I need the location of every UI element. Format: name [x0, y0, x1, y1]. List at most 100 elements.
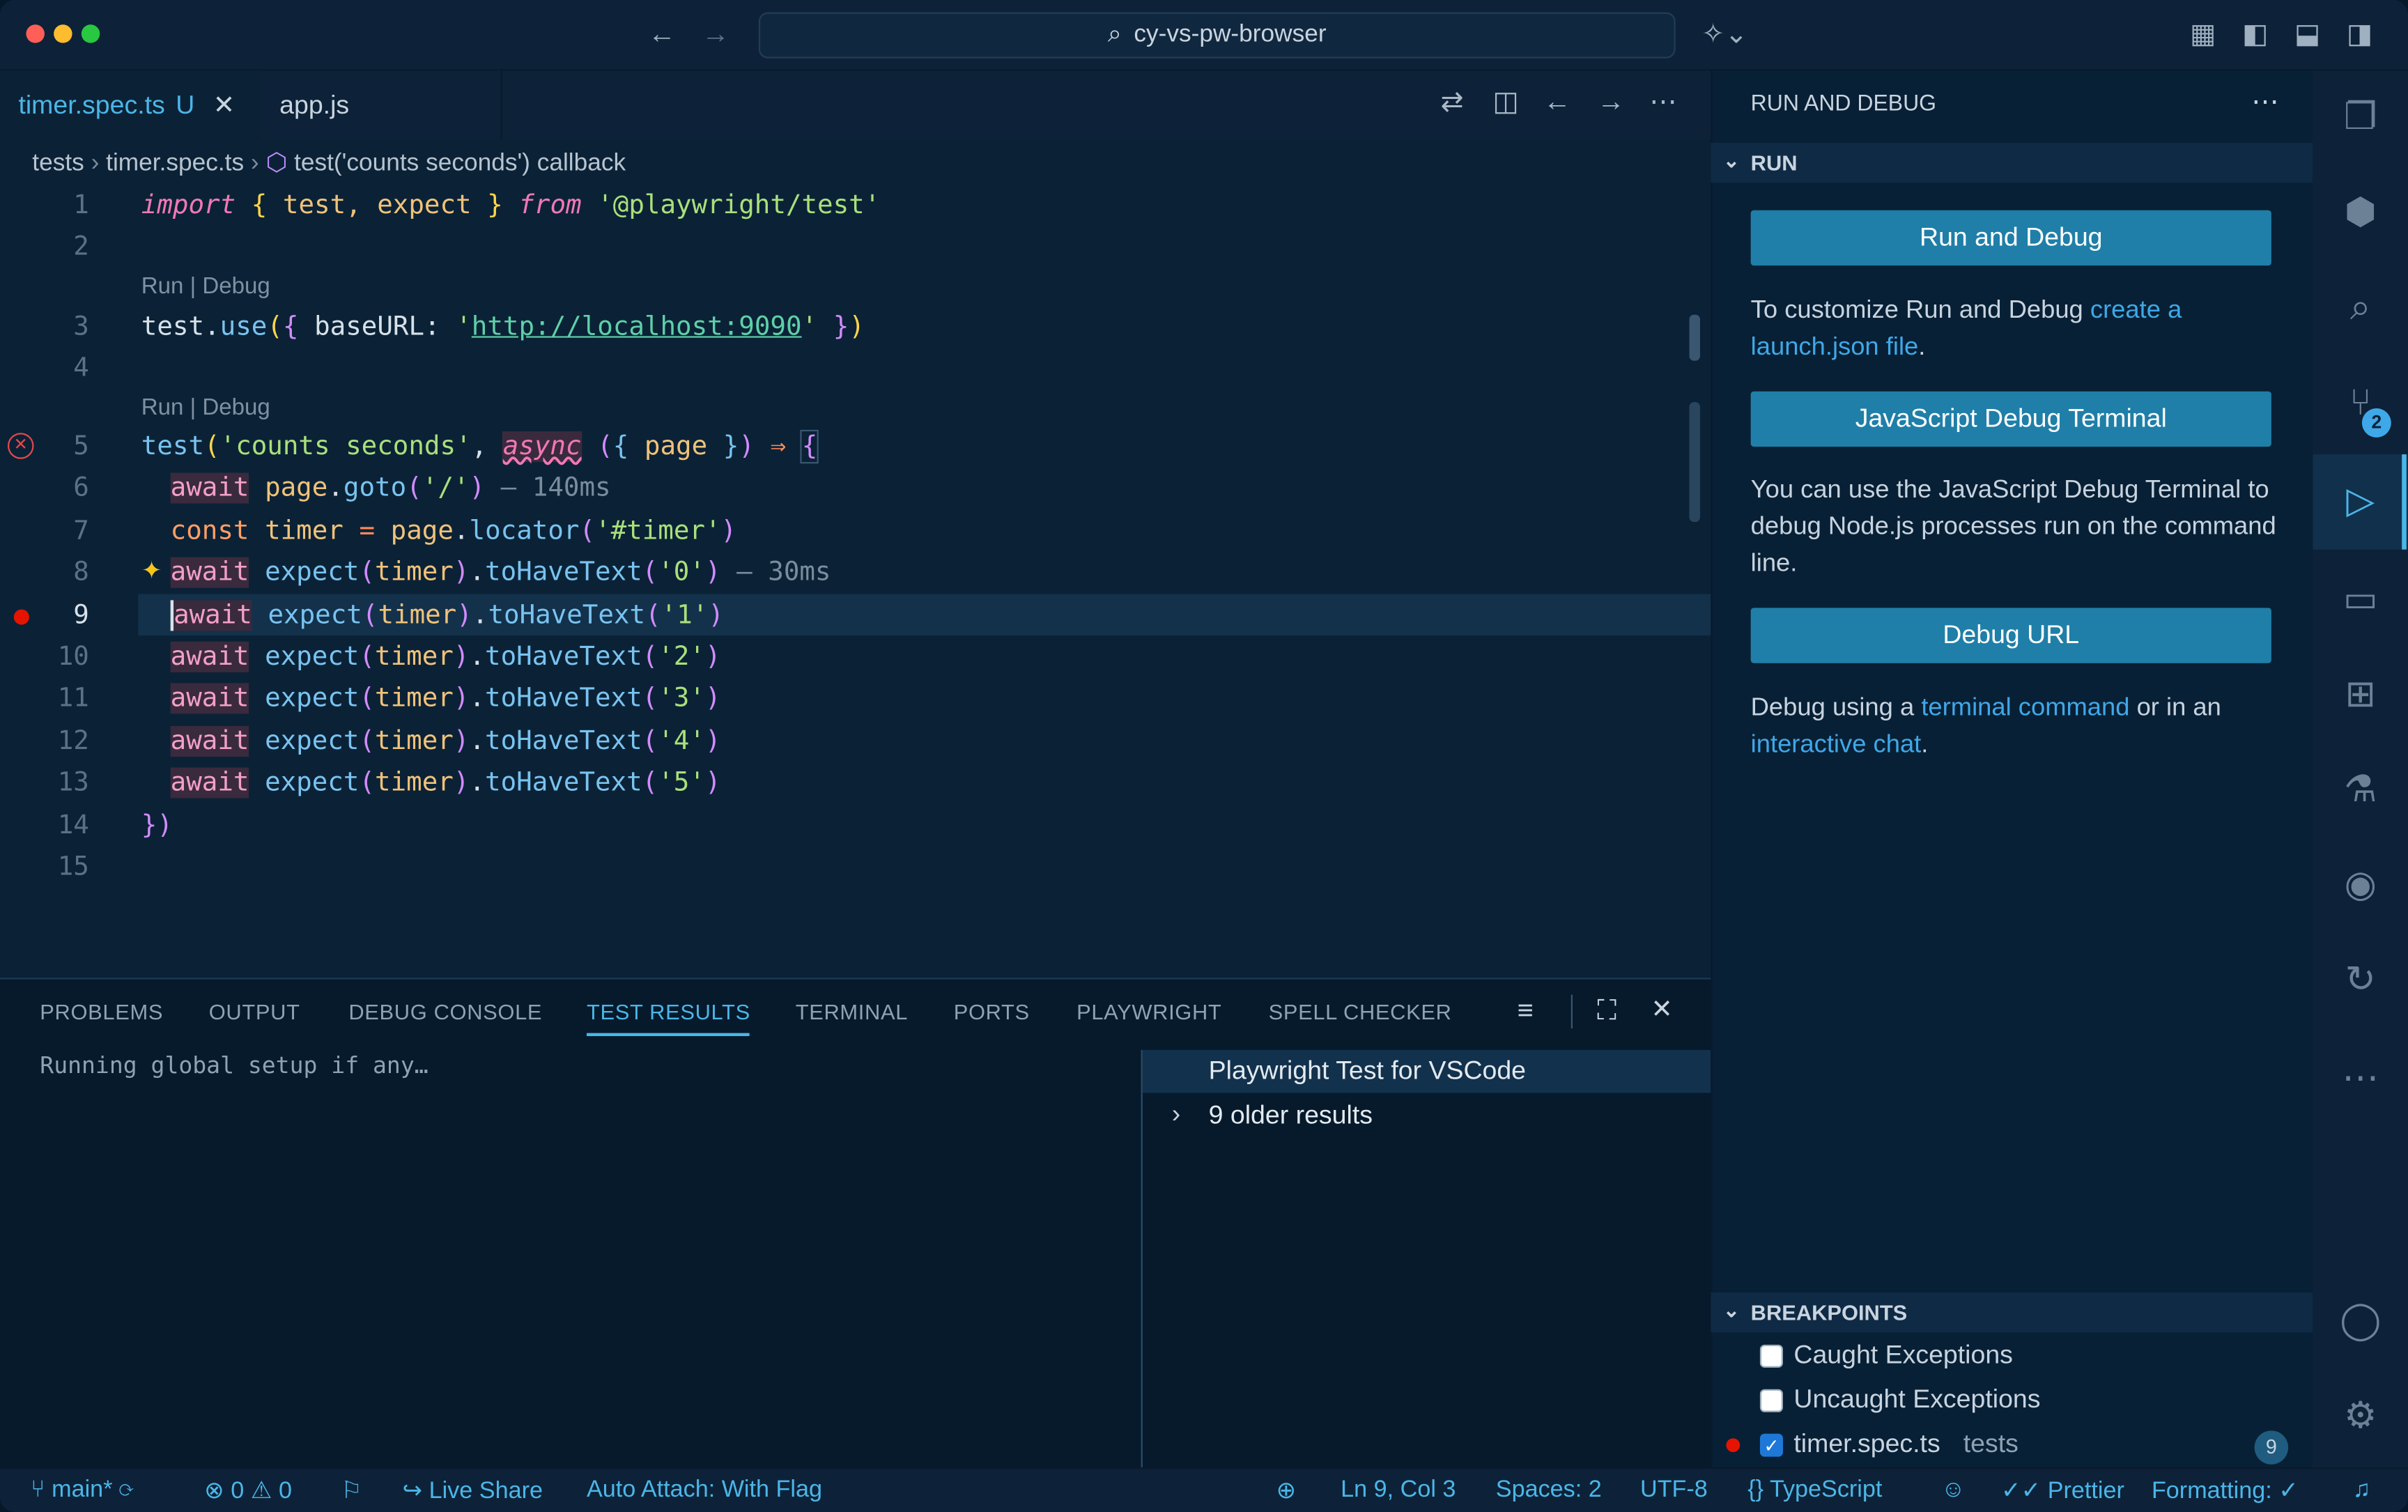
account-icon[interactable]: ◯	[2331, 1293, 2390, 1351]
close-icon[interactable]: ✕	[1651, 995, 1672, 1026]
more-actions-icon[interactable]: ⋯	[2251, 86, 2279, 118]
clear-list-icon[interactable]: ≡	[1518, 995, 1534, 1027]
copilot-status-icon[interactable]: ☺	[1941, 1476, 1966, 1504]
more-actions-icon[interactable]: ⋯	[1649, 86, 1677, 118]
test-failed-icon[interactable]: ✕	[8, 433, 34, 459]
live-share-icon[interactable]: ↻	[2331, 952, 2390, 1010]
package-icon[interactable]: ⬢	[2331, 184, 2390, 242]
auto-attach-status[interactable]: Auto Attach: With Flag	[587, 1476, 822, 1504]
code-line-13[interactable]: await expect(timer).toHaveText('5')	[170, 767, 721, 799]
js-terminal-description: You can use the JavaScript Debug Termina…	[1750, 475, 2276, 578]
code-line-9[interactable]: await expect(timer).toHaveText('1')	[170, 600, 724, 631]
prettier-status[interactable]: ✓✓ Prettier	[2001, 1476, 2124, 1506]
go-back-icon[interactable]: ←	[1543, 86, 1571, 118]
error-icon: ⊗	[204, 1478, 224, 1504]
live-share-status[interactable]: ↪ Live Share	[402, 1476, 543, 1506]
back-arrow-icon[interactable]: ←	[648, 18, 676, 50]
extensions-icon[interactable]: ⊞	[2331, 666, 2390, 725]
tab-spell-checker[interactable]: SPELL CHECKER	[1269, 999, 1452, 1024]
testing-flask-icon[interactable]: ⚗	[2331, 762, 2390, 820]
breakpoint-timer-spec[interactable]: ✓ timer.spec.ts tests	[1759, 1429, 2019, 1460]
tab-playwright[interactable]: PLAYWRIGHT	[1076, 999, 1221, 1024]
more-views-icon[interactable]: ⋯	[2331, 1050, 2390, 1109]
run-and-debug-button[interactable]: Run and Debug	[1750, 210, 2271, 266]
tab-app-js[interactable]: app.js	[261, 70, 502, 140]
zoom-icon[interactable]: ⊕	[1276, 1476, 1297, 1506]
settings-gear-icon[interactable]: ⚙	[2331, 1388, 2390, 1447]
codelens-run-debug[interactable]: Run | Debug	[141, 394, 270, 420]
cursor-position[interactable]: Ln 9, Col 3	[1341, 1476, 1456, 1504]
formatting-status[interactable]: Formatting: ✓	[2152, 1476, 2299, 1506]
code-line-8[interactable]: await expect(timer).toHaveText('0') — 30…	[170, 557, 831, 588]
problems-status[interactable]: ⊗ 0 ⚠ 0	[204, 1476, 292, 1506]
result-item[interactable]: 9 older results	[1209, 1101, 1373, 1132]
breakpoint-uncaught-exceptions[interactable]: Uncaught Exceptions	[1759, 1384, 2040, 1415]
result-item[interactable]: Playwright Test for VSCode	[1209, 1056, 1526, 1087]
sparkle-icon[interactable]: ✦	[141, 555, 162, 586]
tab-problems[interactable]: PROBLEMS	[40, 999, 163, 1024]
toggle-primary-sidebar-icon[interactable]: ◧	[2242, 18, 2269, 50]
minimize-window-button[interactable]	[54, 24, 72, 43]
chevron-right-icon[interactable]: ›	[1172, 1099, 1181, 1129]
close-icon[interactable]: ✕	[213, 90, 235, 121]
command-center-search[interactable]: ⌕ cy-vs-pw-browser	[758, 12, 1676, 59]
code-line-3[interactable]: test.use({ baseURL: 'http://localhost:90…	[141, 311, 865, 342]
tab-ports[interactable]: PORTS	[954, 999, 1030, 1024]
search-icon[interactable]: ⌕	[2331, 279, 2390, 338]
breakpoint-caught-exceptions[interactable]: Caught Exceptions	[1759, 1340, 2013, 1371]
run-debug-icon[interactable]: ▷	[2331, 473, 2390, 532]
debug-url-button[interactable]: Debug URL	[1750, 608, 2271, 663]
status-bar: ⑂ main* ⟳ ⊗ 0 ⚠ 0 ⚐ ↪ Live Share Auto At…	[0, 1467, 2408, 1512]
github-icon[interactable]: ◉	[2331, 856, 2390, 915]
go-forward-icon[interactable]: →	[1597, 86, 1625, 118]
code-line-10[interactable]: await expect(timer).toHaveText('2')	[170, 641, 721, 672]
javascript-debug-terminal-button[interactable]: JavaScript Debug Terminal	[1750, 391, 2271, 447]
breadcrumb-file[interactable]: timer.spec.ts	[106, 151, 244, 176]
breadcrumb-folder[interactable]: tests	[32, 151, 84, 176]
toggle-secondary-sidebar-icon[interactable]: ◨	[2347, 18, 2373, 50]
maximize-window-button[interactable]	[81, 24, 100, 43]
forward-arrow-icon[interactable]: →	[702, 18, 730, 50]
interactive-chat-link[interactable]: interactive chat	[1751, 731, 1922, 759]
scrollbar-thumb[interactable]	[1689, 314, 1700, 361]
branch-status[interactable]: ⑂ main* ⟳	[31, 1476, 133, 1504]
notifications-bell-icon[interactable]: ♫	[2353, 1476, 2371, 1504]
code-line-1[interactable]: import { test, expect } from '@playwrigh…	[141, 190, 881, 221]
line-number: 7	[73, 516, 89, 547]
tab-debug-console[interactable]: DEBUG CONSOLE	[348, 999, 542, 1024]
code-line-14[interactable]: })	[141, 810, 173, 841]
copilot-icon[interactable]: ✧⌄	[1701, 18, 1748, 50]
terminal-command-link[interactable]: terminal command	[1921, 694, 2129, 722]
split-editor-icon[interactable]: ◫	[1492, 86, 1519, 118]
code-line-6[interactable]: await page.goto('/') — 140ms	[170, 472, 611, 504]
codelens-run-debug[interactable]: Run | Debug	[141, 273, 270, 299]
explorer-icon[interactable]: ❐	[2331, 89, 2390, 148]
toggle-panel-icon[interactable]: ⬓	[2294, 18, 2321, 50]
maximize-panel-icon[interactable]: ⛶	[1597, 995, 1616, 1027]
tab-output[interactable]: OUTPUT	[209, 999, 300, 1024]
section-breakpoints-header[interactable]: ⌄ BREAKPOINTS	[1711, 1292, 2313, 1333]
indentation-status[interactable]: Spaces: 2	[1496, 1476, 1602, 1504]
code-line-12[interactable]: await expect(timer).toHaveText('4')	[170, 726, 721, 757]
breadcrumb-symbol[interactable]: test('counts seconds') callback	[294, 151, 626, 176]
close-window-button[interactable]	[26, 24, 45, 43]
checkbox[interactable]	[1759, 1388, 1783, 1412]
checkbox[interactable]	[1759, 1343, 1783, 1367]
debug-status-icon[interactable]: ⚐	[341, 1476, 362, 1506]
overview-ruler[interactable]	[1689, 402, 1700, 523]
code-line-5[interactable]: test('counts seconds', async ({ page }) …	[141, 429, 819, 464]
tab-terminal[interactable]: TERMINAL	[796, 999, 908, 1024]
tab-test-results[interactable]: TEST RESULTS	[587, 999, 750, 1024]
remote-explorer-icon[interactable]: ▭	[2331, 571, 2390, 630]
code-line-7[interactable]: const timer = page.locator('#timer')	[171, 516, 736, 546]
breakpoint-icon[interactable]	[13, 609, 29, 625]
language-mode[interactable]: {} TypeScript	[1747, 1476, 1882, 1504]
code-line-11[interactable]: await expect(timer).toHaveText('3')	[170, 683, 721, 714]
tab-timer-spec[interactable]: timer.spec.ts U ✕	[0, 70, 261, 140]
active-indicator	[2402, 454, 2407, 550]
encoding-status[interactable]: UTF-8	[1640, 1476, 1708, 1504]
compare-changes-icon[interactable]: ⇄	[1440, 86, 1463, 118]
customize-layout-icon[interactable]: ▦	[2190, 18, 2216, 50]
checkbox-checked[interactable]: ✓	[1759, 1433, 1783, 1456]
section-run-header[interactable]: ⌄ RUN	[1711, 142, 2313, 183]
